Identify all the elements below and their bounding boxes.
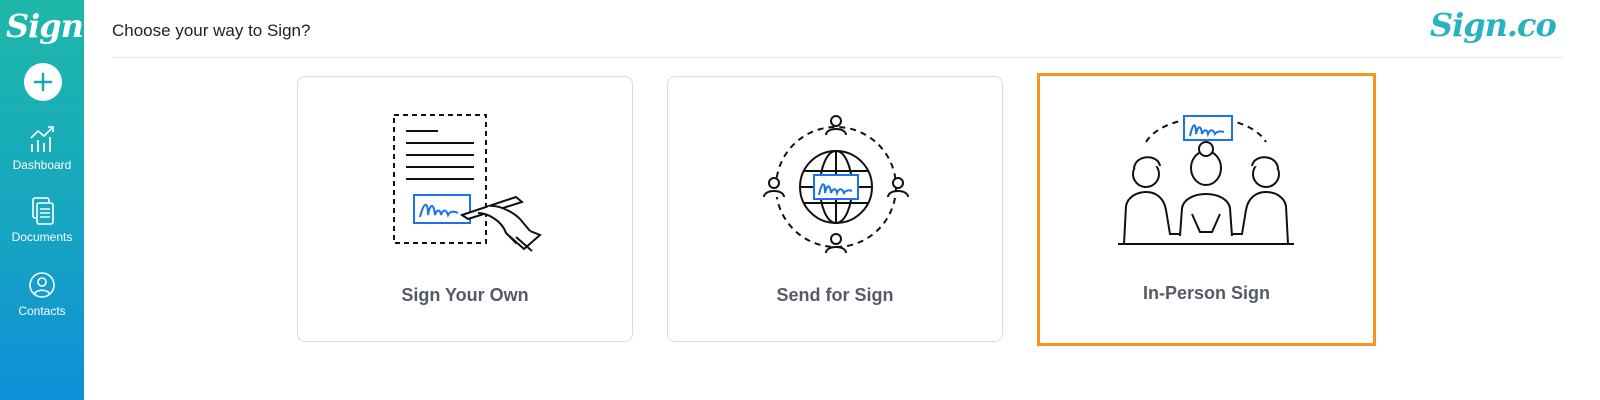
sidebar-item-documents[interactable]: Documents [0, 196, 84, 244]
sidebar-item-label: Dashboard [12, 158, 72, 172]
sidebar-item-dashboard[interactable]: Dashboard [0, 124, 84, 172]
chart-icon [30, 126, 54, 152]
topbar: Choose your way to Sign? Sign.co [112, 0, 1600, 58]
in-person-icon [1118, 115, 1294, 245]
user-icon [29, 272, 55, 298]
sidebar-item-contacts[interactable]: Contacts [0, 270, 84, 318]
card-label: In-Person Sign [1142, 283, 1270, 303]
documents-icon [32, 197, 54, 225]
card-label: Send for Sign [776, 285, 894, 305]
send-for-sign-card[interactable]: Send for Sign [667, 76, 1003, 342]
in-person-sign-card[interactable]: In-Person Sign [1037, 73, 1376, 346]
add-button[interactable] [24, 63, 62, 101]
sidebar-logo[interactable]: Sign [6, 4, 84, 48]
plus-icon [33, 72, 53, 92]
card-label: Sign Your Own [401, 285, 529, 305]
sidebar-item-label: Documents [11, 230, 73, 244]
sign-document-icon [393, 114, 542, 252]
sidebar: Sign Dashboard Documents Contacts [0, 0, 84, 400]
page-title: Choose your way to Sign? [112, 21, 311, 40]
sidebar-item-label: Contacts [18, 304, 66, 318]
brand-logo: Sign.co [1430, 6, 1557, 44]
sign-your-own-card[interactable]: Sign Your Own [297, 76, 633, 342]
divider [112, 57, 1562, 58]
send-globe-icon [763, 115, 909, 254]
